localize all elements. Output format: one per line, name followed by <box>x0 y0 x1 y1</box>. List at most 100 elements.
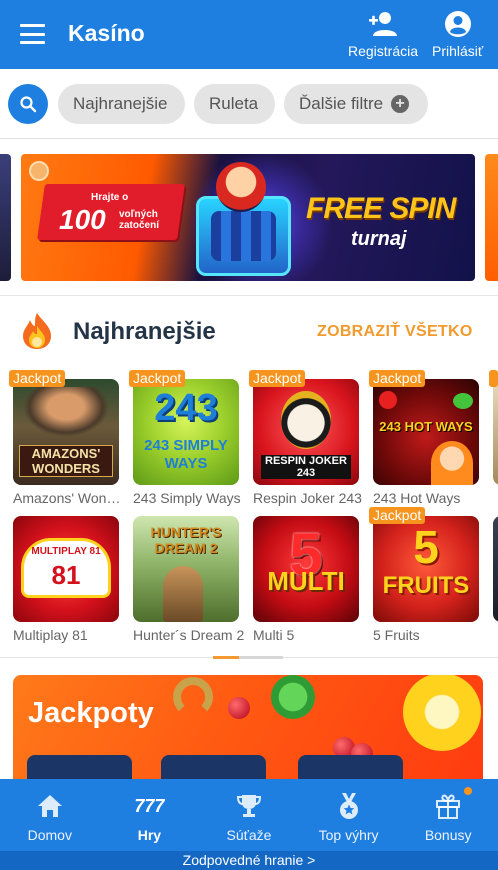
game-art-title: MULTIPLAY 81 <box>31 546 101 557</box>
promo-number: 100 <box>59 204 106 235</box>
game-name: 5 Fruits <box>373 627 420 643</box>
responsible-gaming-link[interactable]: Zodpovedné hranie > <box>0 851 498 870</box>
search-button[interactable] <box>8 84 48 124</box>
game-tile-hunters-dream-2[interactable]: HUNTER'S DREAM 2 Hunter´s Dream 2 <box>133 516 244 643</box>
777-icon: 777 <box>134 795 165 816</box>
game-name: Multiplay 81 <box>13 627 88 643</box>
game-art-title: HUNTER'S DREAM 2 <box>150 524 222 556</box>
promo-title: FREE SPIN <box>306 192 456 225</box>
see-all-link[interactable]: ZOBRAZIŤ VŠETKO <box>317 323 473 341</box>
game-tile-243-hot-ways[interactable]: 243 HOT WAYS 243 Hot Ways <box>373 379 479 506</box>
top-app-bar: Kasíno Registrácia Prihlásiť <box>0 0 498 69</box>
filter-chip-roulette[interactable]: Ruleta <box>194 84 275 124</box>
game-art-number: 243 <box>154 387 218 429</box>
notification-dot <box>464 787 473 795</box>
home-icon <box>37 795 62 817</box>
casino-chip-icon <box>29 161 49 181</box>
game-name: 243 Hot Ways <box>373 490 461 506</box>
jester-illustration <box>216 162 266 212</box>
nav-bonuses[interactable]: Bonusy <box>398 779 498 851</box>
most-played-section-header: Najhranejšie ZOBRAZIŤ VŠETKO <box>0 295 498 365</box>
previous-banner-peek[interactable] <box>0 154 11 281</box>
game-tile-multiplay-81[interactable]: MULTIPLAY 81 81 Multiplay 81 <box>13 516 119 643</box>
account-circle-icon <box>444 11 471 37</box>
nav-home[interactable]: Domov <box>0 779 100 851</box>
horseshoe-icon <box>173 677 213 717</box>
game-tile-amazons-wonders[interactable]: AMAZONS' WONDERS Amazons' Wonders <box>13 379 125 506</box>
jackpot-banner[interactable]: Jackpoty <box>13 675 483 785</box>
hamburger-menu-icon[interactable] <box>20 24 45 44</box>
chip-label: Ruleta <box>209 94 259 113</box>
jackpot-badge-partial <box>489 370 498 387</box>
login-label: Prihlásiť <box>432 43 484 59</box>
nav-label: Domov <box>27 827 72 843</box>
game-art-title: 243 SIMPLY WAYS <box>144 437 228 472</box>
jackpot-badge: Jackpot <box>249 370 306 387</box>
app-title: Kasíno <box>68 20 145 46</box>
bottom-navigation: Domov 777 Hry Súťaže Top výhry Bonusy <box>0 779 498 851</box>
nav-tournaments[interactable]: Súťaže <box>199 779 299 851</box>
flame-icon <box>23 313 51 349</box>
melon-art <box>453 393 473 409</box>
game-tile-respin-joker-243[interactable]: RESPIN JOKER 243 Respin Joker 243 <box>253 379 362 506</box>
joker-face-art <box>281 391 331 449</box>
lemon-icon <box>403 675 481 751</box>
amazons-art <box>23 387 109 437</box>
gift-icon <box>436 794 461 819</box>
game-name: Hunter´s Dream 2 <box>133 627 245 643</box>
add-user-icon <box>369 12 398 36</box>
game-art-title: 243 HOT WAYS <box>379 419 473 434</box>
nav-top-wins[interactable]: Top výhry <box>299 779 399 851</box>
carousel-scroll-rest <box>239 656 283 659</box>
medal-icon <box>339 793 358 819</box>
next-banner-peek[interactable] <box>485 154 498 281</box>
game-tile-243-simply-ways[interactable]: 243 243 SIMPLY WAYS 243 Simply Ways <box>133 379 241 506</box>
jackpot-badge: Jackpot <box>9 370 66 387</box>
filter-bar: Najhranejšie Ruleta Ďalšie filtre + <box>0 69 498 139</box>
clover-icon <box>271 675 315 719</box>
jackpot-badge: Jackpot <box>369 370 426 387</box>
chip-label: Najhranejšie <box>73 94 168 113</box>
game-thumbnail: MULTIPLAY 81 81 <box>13 516 119 622</box>
game-thumbnail: RESPIN JOKER 243 <box>253 379 359 485</box>
nav-label: Súťaže <box>226 827 272 843</box>
game-art-title: MULTI <box>267 566 345 596</box>
game-thumbnail: AMAZONS' WONDERS <box>13 379 119 485</box>
trophy-icon <box>236 795 261 817</box>
game-name: Respin Joker 243 <box>253 490 362 506</box>
game-thumbnail: HUNTER'S DREAM 2 <box>133 516 239 622</box>
promo-banner-free-spin[interactable]: Hrajte o 100 voľných zatočení FREE SPIN … <box>21 154 475 281</box>
game-name: 243 Simply Ways <box>133 490 241 506</box>
game-tile-5-fruits[interactable]: 5 FRUITS 5 Fruits <box>373 516 479 643</box>
game-tile-partial[interactable] <box>493 379 498 485</box>
cherry-art <box>379 391 397 409</box>
nav-label: Hry <box>137 827 162 843</box>
promo-line1: Hrajte o <box>91 192 129 203</box>
game-tile-partial[interactable] <box>493 516 498 622</box>
promo-subtitle: turnaj <box>351 228 407 250</box>
section-title: Najhranejšie <box>73 318 216 345</box>
jackpot-badge: Jackpot <box>369 507 426 524</box>
game-thumbnail: 5 FRUITS <box>373 516 479 622</box>
game-name: Multi 5 <box>253 627 295 643</box>
chip-label: Ďalšie filtre <box>299 94 384 113</box>
game-tile-multi-5[interactable]: 5 MULTI Multi 5 <box>253 516 359 643</box>
game-art-title: AMAZONS' WONDERS <box>19 445 113 477</box>
hunter-art <box>163 566 203 622</box>
casino-page: Kasíno Registrácia Prihlásiť Najhranejši… <box>0 0 498 870</box>
carousel-scroll-thumb[interactable] <box>213 656 239 659</box>
game-art-number: 81 <box>51 560 81 590</box>
filter-chip-more-filters[interactable]: Ďalšie filtre + <box>284 84 428 124</box>
jackpot-badge: Jackpot <box>129 370 186 387</box>
register-button[interactable]: Registrácia <box>348 10 418 59</box>
game-thumbnail: 5 MULTI <box>253 516 359 622</box>
nav-games[interactable]: 777 Hry <box>100 779 200 851</box>
game-thumbnail: 243 243 SIMPLY WAYS <box>133 379 239 485</box>
nav-label: Top výhry <box>318 827 379 843</box>
game-art-title: FRUITS <box>382 572 470 599</box>
game-art-number: 5 <box>413 521 439 573</box>
promo-unit: voľných zatočení <box>119 209 160 231</box>
login-button[interactable]: Prihlásiť <box>432 10 483 59</box>
filter-chip-most-played[interactable]: Najhranejšie <box>58 84 185 124</box>
game-name: Amazons' Wonders <box>13 490 125 506</box>
